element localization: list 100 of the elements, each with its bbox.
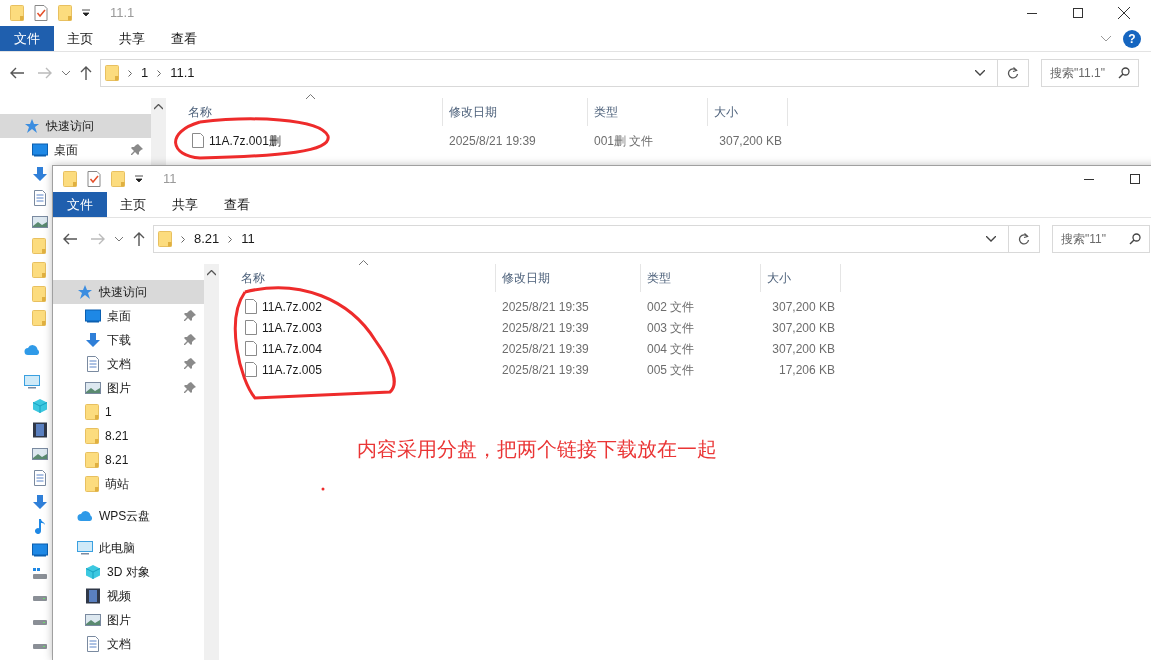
refresh-icon bbox=[1018, 233, 1030, 245]
chevron-down-icon[interactable] bbox=[975, 70, 985, 76]
column-header[interactable]: 名称 bbox=[188, 103, 212, 121]
sidebar-item[interactable]: 下载 bbox=[53, 328, 204, 352]
dropdown-caret-icon[interactable] bbox=[135, 175, 143, 183]
sidebar-label: 文档 bbox=[107, 356, 131, 373]
scrollbar[interactable] bbox=[204, 264, 219, 660]
up-arrow-icon[interactable] bbox=[133, 232, 145, 246]
chevron-down-icon[interactable] bbox=[986, 236, 996, 242]
search-field[interactable]: 搜索"11" bbox=[1052, 225, 1150, 253]
sidebar-label: 桌面 bbox=[107, 308, 131, 325]
file-name: 11A.7z.003 bbox=[262, 319, 322, 337]
column-header[interactable]: 大小 bbox=[761, 269, 791, 287]
star-icon bbox=[77, 284, 93, 300]
monitor-icon bbox=[32, 542, 48, 558]
sidebar-item[interactable]: 文档 bbox=[53, 632, 204, 656]
back-arrow-icon[interactable] bbox=[10, 67, 24, 79]
up-arrow-icon[interactable] bbox=[80, 66, 92, 80]
sidebar-item[interactable]: 8.21 bbox=[53, 424, 204, 448]
search-field[interactable]: 搜索"11.1" bbox=[1041, 59, 1139, 87]
file-menu-tab[interactable]: 文件 bbox=[0, 26, 54, 51]
column-header[interactable]: 大小 bbox=[708, 103, 738, 121]
file-row[interactable]: 11A.7z.005 2025/8/21 19:39 005 文件 17,206 KB bbox=[241, 359, 1151, 380]
address-bar[interactable]: 1 11.1 bbox=[100, 59, 998, 87]
file-size: 17,206 KB bbox=[777, 361, 836, 379]
sidebar-item[interactable]: 快速访问 bbox=[53, 280, 204, 304]
sidebar-item[interactable]: 文档 bbox=[53, 352, 204, 376]
sidebar-label: 萌站 bbox=[105, 476, 129, 493]
file-size: 307,200 KB bbox=[718, 132, 783, 150]
file-row[interactable]: 11A.7z.003 2025/8/21 19:39 003 文件 307,200 KB bbox=[241, 317, 1151, 338]
down-arrow-icon bbox=[32, 166, 48, 182]
ribbon-tab[interactable]: 查看 bbox=[158, 26, 210, 51]
sidebar-label: 快速访问 bbox=[99, 284, 147, 301]
minimize-icon bbox=[1084, 178, 1094, 180]
breadcrumb[interactable]: 11.1 bbox=[170, 63, 195, 83]
sidebar-item[interactable]: 桌面 bbox=[53, 304, 204, 328]
scroll-up-icon[interactable] bbox=[207, 270, 216, 276]
dropdown-caret-icon[interactable] bbox=[82, 9, 90, 17]
sidebar-item[interactable]: WPS云盘 bbox=[53, 504, 204, 528]
music-note-icon bbox=[32, 518, 48, 534]
computer-icon bbox=[24, 374, 40, 390]
cube-icon bbox=[85, 564, 101, 580]
sidebar-item[interactable]: 图片 bbox=[53, 608, 204, 632]
column-header[interactable]: 类型 bbox=[588, 103, 618, 121]
document-icon bbox=[32, 190, 48, 206]
modified-date: 2025/8/21 19:39 bbox=[501, 361, 590, 379]
monitor-icon bbox=[32, 142, 48, 158]
ribbon-tab[interactable]: 主页 bbox=[54, 26, 106, 51]
scroll-up-icon[interactable] bbox=[154, 104, 163, 110]
sidebar-item[interactable]: 萌站 bbox=[53, 472, 204, 496]
sidebar-item[interactable]: 此电脑 bbox=[53, 536, 204, 560]
refresh-button[interactable] bbox=[1009, 225, 1040, 253]
maximize-icon bbox=[1073, 8, 1083, 18]
folder-icon bbox=[85, 428, 99, 444]
sidebar-item[interactable]: 8.21 bbox=[53, 448, 204, 472]
file-row[interactable]: 11A.7z.001删 2025/8/21 19:39 001删 文件 307,200 KB bbox=[188, 130, 1151, 151]
sidebar-label: 此电脑 bbox=[99, 540, 135, 557]
sidebar-label: 8.21 bbox=[105, 452, 129, 469]
checklist-icon[interactable] bbox=[34, 5, 48, 21]
refresh-button[interactable] bbox=[998, 59, 1029, 87]
sidebar-item[interactable]: 1 bbox=[53, 400, 204, 424]
column-header[interactable]: 类型 bbox=[641, 269, 671, 287]
file-menu-tab[interactable]: 文件 bbox=[53, 192, 107, 217]
file-icon bbox=[245, 320, 257, 335]
breadcrumb[interactable]: 1 bbox=[141, 63, 149, 83]
file-row[interactable]: 11A.7z.002 2025/8/21 19:35 002 文件 307,200 KB bbox=[241, 296, 1151, 317]
refresh-icon bbox=[1007, 67, 1019, 79]
breadcrumb[interactable]: 8.21 bbox=[194, 229, 220, 249]
breadcrumb[interactable]: 11 bbox=[241, 229, 255, 249]
chevron-right-icon bbox=[181, 235, 185, 243]
column-header[interactable]: 修改日期 bbox=[443, 103, 497, 121]
file-icon bbox=[245, 341, 257, 356]
chevron-down-icon[interactable] bbox=[115, 236, 123, 242]
film-icon bbox=[85, 588, 101, 604]
column-header[interactable]: 名称 bbox=[241, 269, 265, 287]
sidebar-item[interactable]: 桌面 bbox=[0, 138, 151, 162]
chevron-down-icon[interactable] bbox=[62, 70, 70, 76]
help-button[interactable]: ? bbox=[1123, 29, 1141, 48]
drive-icon bbox=[32, 566, 48, 582]
sidebar-item[interactable]: 3D 对象 bbox=[53, 560, 204, 584]
monitor-icon bbox=[85, 308, 101, 324]
column-header[interactable]: 修改日期 bbox=[496, 269, 550, 287]
file-name: 11A.7z.005 bbox=[262, 361, 322, 379]
sidebar-item[interactable]: 图片 bbox=[53, 376, 204, 400]
file-type: 002 文件 bbox=[646, 298, 696, 316]
address-bar[interactable]: 8.21 11 bbox=[153, 225, 1009, 253]
sidebar-item[interactable]: 快速访问 bbox=[0, 114, 151, 138]
ribbon-tab[interactable]: 主页 bbox=[107, 192, 159, 217]
sidebar-item[interactable]: 视频 bbox=[53, 584, 204, 608]
checklist-icon[interactable] bbox=[87, 171, 101, 187]
sidebar-label: WPS云盘 bbox=[99, 508, 151, 525]
ribbon-tab[interactable]: 共享 bbox=[106, 26, 158, 51]
folder-icon bbox=[58, 5, 72, 21]
folder-icon bbox=[32, 262, 46, 278]
ribbon-tab[interactable]: 共享 bbox=[159, 192, 211, 217]
document-icon bbox=[85, 636, 101, 652]
back-arrow-icon[interactable] bbox=[63, 233, 77, 245]
file-row[interactable]: 11A.7z.004 2025/8/21 19:39 004 文件 307,200 KB bbox=[241, 338, 1151, 359]
folder-icon bbox=[105, 65, 119, 81]
ribbon-tab[interactable]: 查看 bbox=[211, 192, 263, 217]
